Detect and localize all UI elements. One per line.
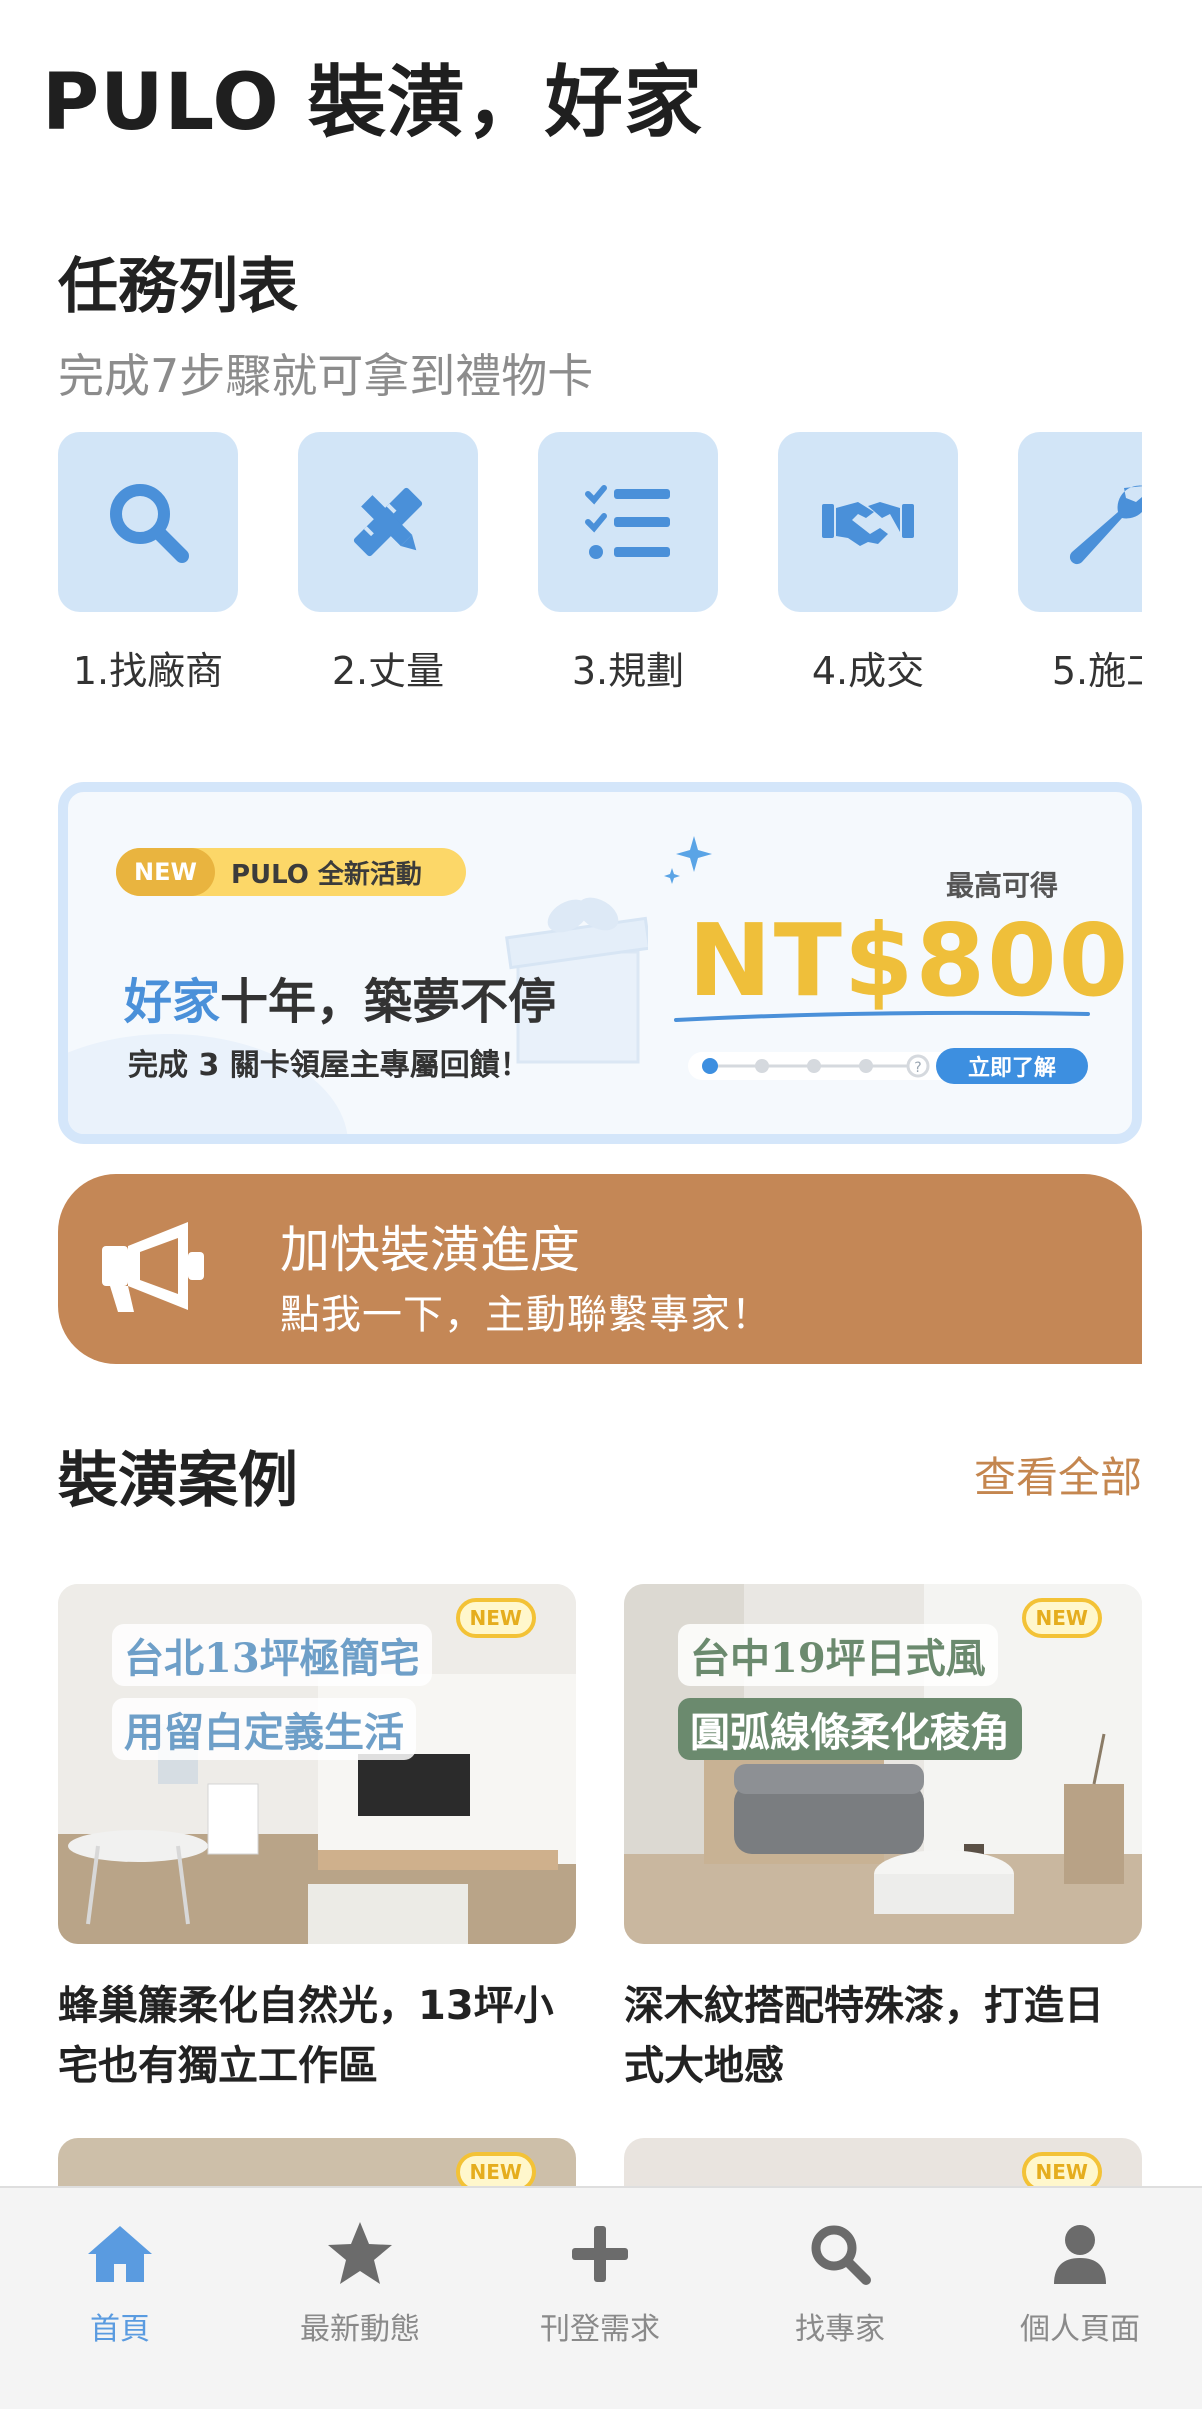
case-photo[interactable]: 台中19坪日式風 圓弧線條柔化稜角 NEW	[624, 1584, 1142, 1944]
promo-badge-text: PULO 全新活動	[230, 859, 422, 890]
task-list-title: 任務列表	[58, 252, 298, 322]
tab-label: 首頁	[90, 2312, 150, 2347]
promo-amount: NT$800	[688, 902, 1131, 1019]
case-caption-primary: 台北13坪極簡宅	[112, 1624, 432, 1686]
contact-subtitle: 點我一下，主動聯繫專家！	[280, 1292, 772, 1338]
promo-subline: 完成 3 關卡領屋主專屬回饋！	[128, 1048, 530, 1083]
promo-headline-rest: 十年，築夢不停	[220, 974, 557, 1030]
handshake-icon	[822, 502, 914, 546]
tab-news[interactable]: 最新動態	[240, 2208, 480, 2348]
svg-text:?: ?	[914, 1060, 921, 1076]
contact-title: 加快裝潢進度	[280, 1221, 580, 1279]
megaphone-icon	[102, 1222, 204, 1312]
task-tile[interactable]	[1018, 432, 1142, 612]
tab-find-expert[interactable]: 找專家	[720, 2208, 960, 2348]
progress-steps: ?	[688, 1052, 968, 1080]
plus-icon	[572, 2226, 628, 2282]
case-caption-secondary: 圓弧線條柔化稜角	[678, 1698, 1022, 1760]
tab-post-request[interactable]: 刊登需求	[480, 2208, 720, 2348]
promo-badge: NEW PULO 全新活動	[116, 848, 466, 896]
task-construct[interactable]: 5.施工	[1018, 432, 1142, 695]
search-icon	[110, 484, 189, 563]
task-label: 5.施工	[1051, 649, 1142, 693]
bottom-tab-bar: 首頁 最新動態 刊登需求 找專家 個人頁面	[0, 2186, 1202, 2409]
case-photo[interactable]: 台北13坪極簡宅 用留白定義生活 NEW	[58, 1584, 576, 1944]
new-badge: NEW	[455, 1598, 536, 1638]
tab-label: 刊登需求	[540, 2312, 660, 2347]
task-deal[interactable]: 4.成交	[778, 432, 958, 695]
task-label: 4.成交	[811, 649, 925, 693]
user-icon	[1054, 2225, 1106, 2284]
promo-max-label: 最高可得	[946, 869, 1059, 902]
case-card[interactable]: 台北13坪極簡宅 用留白定義生活 NEW 蜂巢簾柔化自然光，13坪小宅也有獨立工…	[58, 1584, 576, 2096]
tab-label: 找專家	[795, 2312, 885, 2347]
case-caption-secondary: 用留白定義生活	[112, 1698, 416, 1760]
home-icon	[88, 2226, 152, 2282]
case-description[interactable]: 蜂巢簾柔化自然光，13坪小宅也有獨立工作區	[58, 1976, 576, 2096]
wrench-icon	[1069, 485, 1142, 565]
sparkle-icon	[664, 836, 712, 884]
task-list-subtitle: 完成7步驟就可拿到禮物卡	[58, 349, 594, 403]
promo-banner[interactable]: NEW PULO 全新活動 好家十年，築夢不停 完成 3 關卡領屋主專屬回饋！ …	[58, 782, 1142, 1144]
task-measure[interactable]: 2.丈量	[298, 432, 478, 695]
case-description[interactable]: 深木紋搭配特殊漆，打造日式大地感	[624, 1976, 1142, 2096]
amount-underline	[674, 1010, 1090, 1022]
checklist-icon	[585, 485, 670, 559]
task-tile[interactable]	[538, 432, 718, 612]
tab-profile[interactable]: 個人頁面	[960, 2208, 1200, 2348]
promo-headline-highlight: 好家	[124, 974, 221, 1030]
case-caption-primary: 台中19坪日式風	[678, 1624, 998, 1686]
new-badge: NEW	[1021, 1598, 1102, 1638]
search-icon	[811, 2225, 871, 2285]
contact-expert-banner[interactable]: 加快裝潢進度 點我一下，主動聯繫專家！	[58, 1174, 1142, 1364]
tab-label: 最新動態	[300, 2312, 420, 2347]
cases-section-title: 裝潢案例	[58, 1446, 298, 1516]
task-label: 1.找廠商	[72, 649, 224, 693]
view-all-link[interactable]: 查看全部	[974, 1444, 1142, 1505]
task-carousel[interactable]: 1.找廠商 2.丈量 3.規劃 4.成交 5.施	[58, 432, 1142, 702]
tab-home[interactable]: 首頁	[0, 2208, 240, 2348]
task-tile[interactable]	[58, 432, 238, 612]
case-card[interactable]: 台中19坪日式風 圓弧線條柔化稜角 NEW 深木紋搭配特殊漆，打造日式大地感	[624, 1584, 1142, 2096]
task-tile[interactable]	[298, 432, 478, 612]
app-title: PULO 裝潢，好家	[42, 58, 703, 148]
promo-headline: 好家十年，築夢不停	[124, 962, 556, 1032]
task-plan[interactable]: 3.規劃	[538, 432, 718, 695]
new-badge: NEW	[116, 848, 215, 896]
ruler-pencil-icon	[353, 487, 423, 557]
task-find-vendor[interactable]: 1.找廠商	[58, 432, 238, 695]
task-tile[interactable]	[778, 432, 958, 612]
task-label: 3.規劃	[571, 649, 685, 693]
star-icon	[328, 2222, 392, 2284]
learn-more-button[interactable]: 立即了解	[936, 1048, 1088, 1084]
tab-label: 個人頁面	[1020, 2312, 1140, 2347]
task-label: 2.丈量	[331, 649, 445, 693]
